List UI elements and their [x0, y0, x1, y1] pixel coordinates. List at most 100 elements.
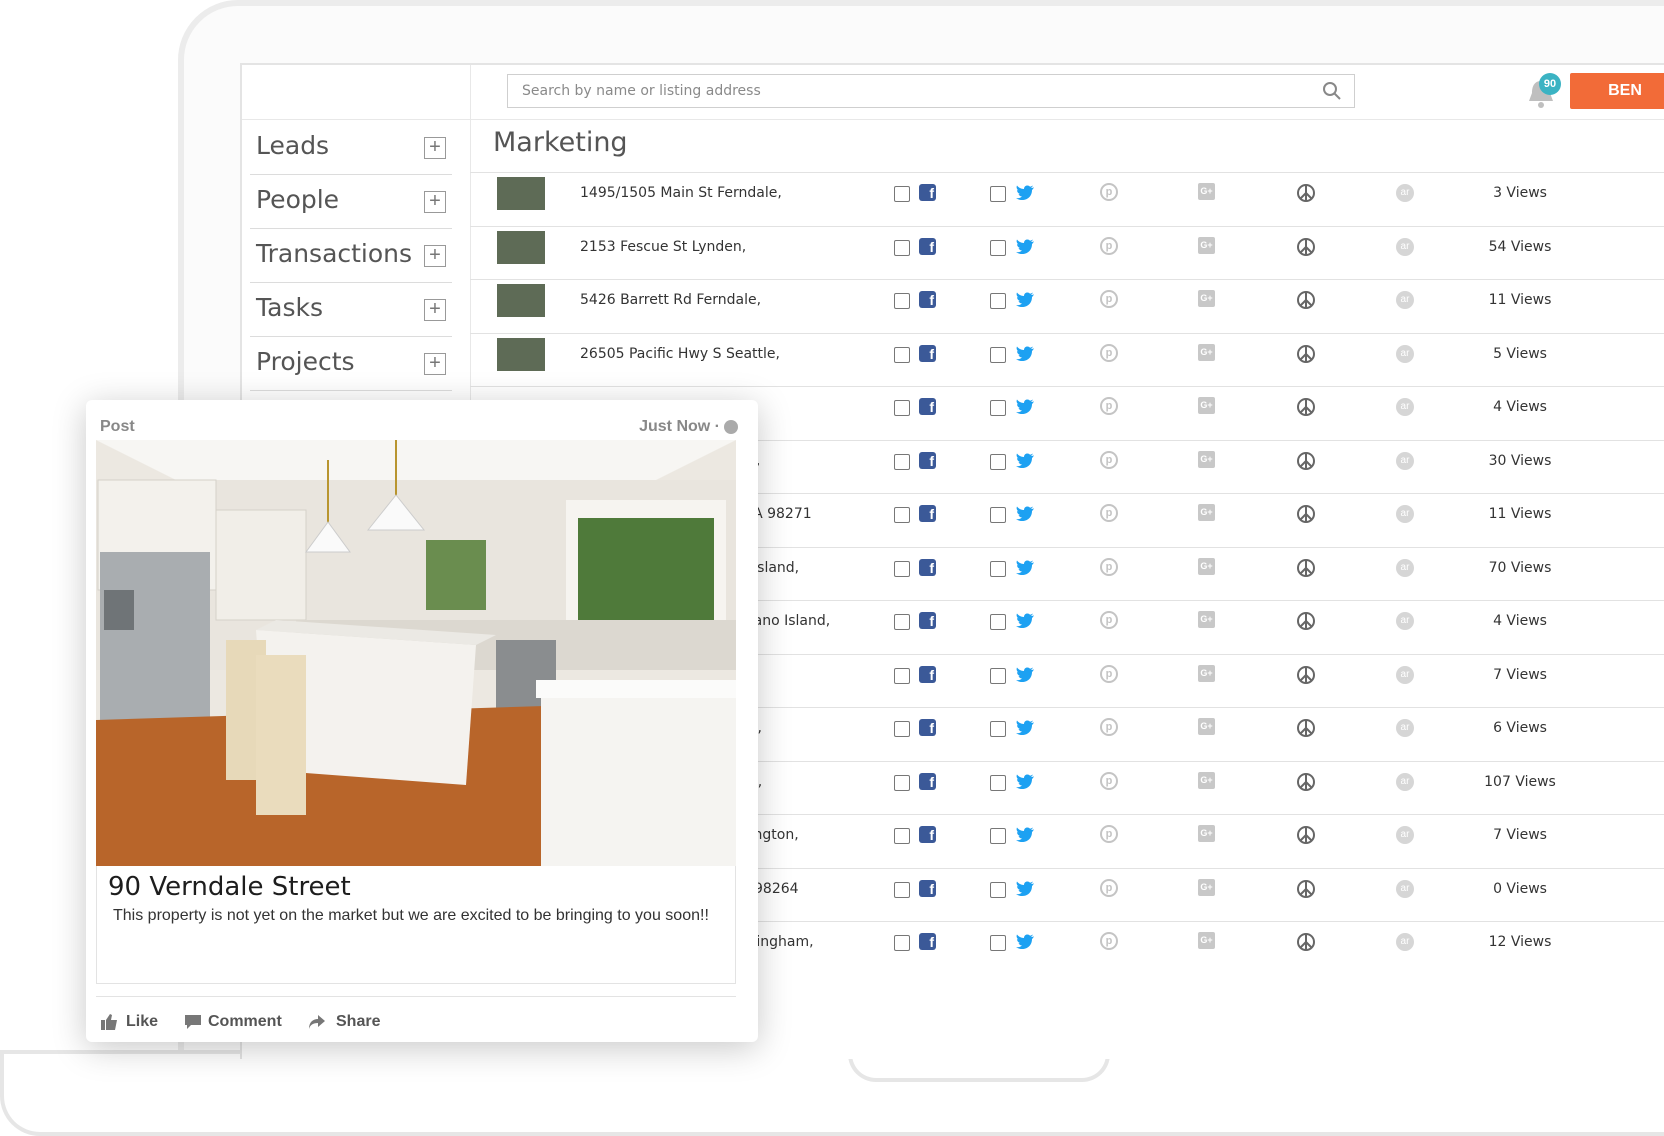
twitter-checkbox[interactable] — [990, 774, 1006, 791]
pinterest-icon[interactable]: p — [1100, 771, 1118, 790]
listing-thumbnail[interactable] — [497, 230, 545, 264]
peace-icon[interactable] — [1296, 718, 1316, 738]
peace-icon[interactable] — [1296, 451, 1316, 471]
listing-thumbnail[interactable] — [497, 284, 545, 317]
twitter-checkbox[interactable] — [990, 239, 1006, 256]
listing-address[interactable]: 1495/1505 Main St Ferndale, — [580, 185, 782, 201]
ar-icon[interactable]: ar — [1396, 933, 1414, 951]
twitter-checkbox[interactable] — [990, 346, 1006, 363]
pinterest-icon[interactable]: p — [1100, 664, 1118, 683]
pinterest-icon[interactable]: p — [1100, 878, 1118, 897]
peace-icon[interactable] — [1296, 772, 1316, 792]
google-plus-icon[interactable]: G+ — [1198, 290, 1215, 307]
ar-icon[interactable]: ar — [1396, 237, 1414, 256]
google-plus-icon[interactable]: G+ — [1198, 343, 1215, 361]
facebook-checkbox[interactable] — [894, 667, 910, 684]
pinterest-icon[interactable]: p — [1100, 290, 1118, 308]
user-menu-button[interactable]: BEN — [1570, 73, 1664, 109]
google-plus-icon[interactable]: G+ — [1198, 771, 1215, 789]
search-input[interactable] — [520, 75, 1284, 107]
plus-icon[interactable]: + — [424, 191, 446, 213]
twitter-checkbox[interactable] — [990, 453, 1006, 470]
share-button[interactable]: Share — [336, 1013, 380, 1031]
facebook-checkbox[interactable] — [894, 560, 910, 577]
peace-icon[interactable] — [1296, 504, 1316, 524]
pinterest-icon[interactable]: p — [1100, 825, 1118, 843]
pinterest-icon[interactable]: p — [1100, 932, 1118, 950]
twitter-checkbox[interactable] — [990, 186, 1006, 202]
ar-icon[interactable]: ar — [1396, 291, 1414, 309]
peace-icon[interactable] — [1296, 879, 1316, 899]
sidebar-item-tasks[interactable]: Tasks + — [250, 281, 452, 337]
sidebar-item-projects[interactable]: Projects + — [250, 335, 452, 391]
ar-icon[interactable]: ar — [1396, 719, 1414, 737]
peace-icon[interactable] — [1296, 665, 1316, 685]
twitter-checkbox[interactable] — [990, 935, 1006, 951]
search-icon[interactable] — [1322, 81, 1342, 101]
ar-icon[interactable]: ar — [1396, 451, 1414, 470]
pinterest-icon[interactable]: p — [1100, 343, 1118, 362]
ar-icon[interactable]: ar — [1396, 398, 1414, 416]
pinterest-icon[interactable]: p — [1100, 611, 1118, 629]
google-plus-icon[interactable]: G+ — [1198, 664, 1215, 682]
twitter-checkbox[interactable] — [990, 881, 1006, 898]
google-plus-icon[interactable]: G+ — [1198, 504, 1215, 521]
google-plus-icon[interactable]: G+ — [1198, 450, 1215, 468]
ar-icon[interactable]: ar — [1396, 184, 1414, 202]
search-box[interactable] — [507, 74, 1355, 108]
facebook-checkbox[interactable] — [894, 774, 910, 791]
ar-icon[interactable]: ar — [1396, 879, 1414, 898]
ar-icon[interactable]: ar — [1396, 826, 1414, 844]
facebook-checkbox[interactable] — [894, 293, 910, 309]
facebook-checkbox[interactable] — [894, 507, 910, 523]
facebook-checkbox[interactable] — [894, 239, 910, 256]
facebook-checkbox[interactable] — [894, 186, 910, 202]
peace-icon[interactable] — [1296, 290, 1316, 310]
ar-icon[interactable]: ar — [1396, 505, 1414, 523]
facebook-checkbox[interactable] — [894, 935, 910, 951]
facebook-checkbox[interactable] — [894, 614, 910, 630]
pinterest-icon[interactable]: p — [1100, 236, 1118, 255]
google-plus-icon[interactable]: G+ — [1198, 878, 1215, 896]
pinterest-icon[interactable]: p — [1100, 504, 1118, 522]
google-plus-icon[interactable]: G+ — [1198, 611, 1215, 628]
ar-icon[interactable]: ar — [1396, 772, 1414, 791]
comment-button[interactable]: Comment — [208, 1013, 282, 1031]
ar-icon[interactable]: ar — [1396, 665, 1414, 684]
listing-address[interactable]: 2153 Fescue St Lynden, — [580, 239, 746, 255]
google-plus-icon[interactable]: G+ — [1198, 183, 1215, 200]
sidebar-item-leads[interactable]: Leads + — [250, 119, 452, 175]
plus-icon[interactable]: + — [424, 245, 446, 267]
listing-thumbnail[interactable] — [497, 337, 545, 371]
peace-icon[interactable] — [1296, 183, 1316, 203]
google-plus-icon[interactable]: G+ — [1198, 825, 1215, 842]
peace-icon[interactable] — [1296, 237, 1316, 257]
peace-icon[interactable] — [1296, 825, 1316, 845]
peace-icon[interactable] — [1296, 344, 1316, 364]
listing-thumbnail[interactable] — [497, 177, 545, 210]
twitter-checkbox[interactable] — [990, 667, 1006, 684]
facebook-checkbox[interactable] — [894, 721, 910, 737]
ar-icon[interactable]: ar — [1396, 612, 1414, 630]
pinterest-icon[interactable]: p — [1100, 397, 1118, 415]
peace-icon[interactable] — [1296, 611, 1316, 631]
listing-address[interactable]: 5426 Barrett Rd Ferndale, — [580, 292, 761, 308]
plus-icon[interactable]: + — [424, 137, 446, 159]
google-plus-icon[interactable]: G+ — [1198, 718, 1215, 735]
pinterest-icon[interactable]: p — [1100, 718, 1118, 736]
twitter-checkbox[interactable] — [990, 293, 1006, 309]
facebook-checkbox[interactable] — [894, 881, 910, 898]
plus-icon[interactable]: + — [424, 353, 446, 375]
pinterest-icon[interactable]: p — [1100, 450, 1118, 469]
facebook-checkbox[interactable] — [894, 346, 910, 363]
peace-icon[interactable] — [1296, 932, 1316, 952]
ar-icon[interactable]: ar — [1396, 344, 1414, 363]
peace-icon[interactable] — [1296, 397, 1316, 417]
facebook-checkbox[interactable] — [894, 400, 910, 416]
twitter-checkbox[interactable] — [990, 507, 1006, 523]
twitter-checkbox[interactable] — [990, 560, 1006, 577]
google-plus-icon[interactable]: G+ — [1198, 557, 1215, 575]
twitter-checkbox[interactable] — [990, 721, 1006, 737]
google-plus-icon[interactable]: G+ — [1198, 932, 1215, 949]
pinterest-icon[interactable]: p — [1100, 557, 1118, 576]
